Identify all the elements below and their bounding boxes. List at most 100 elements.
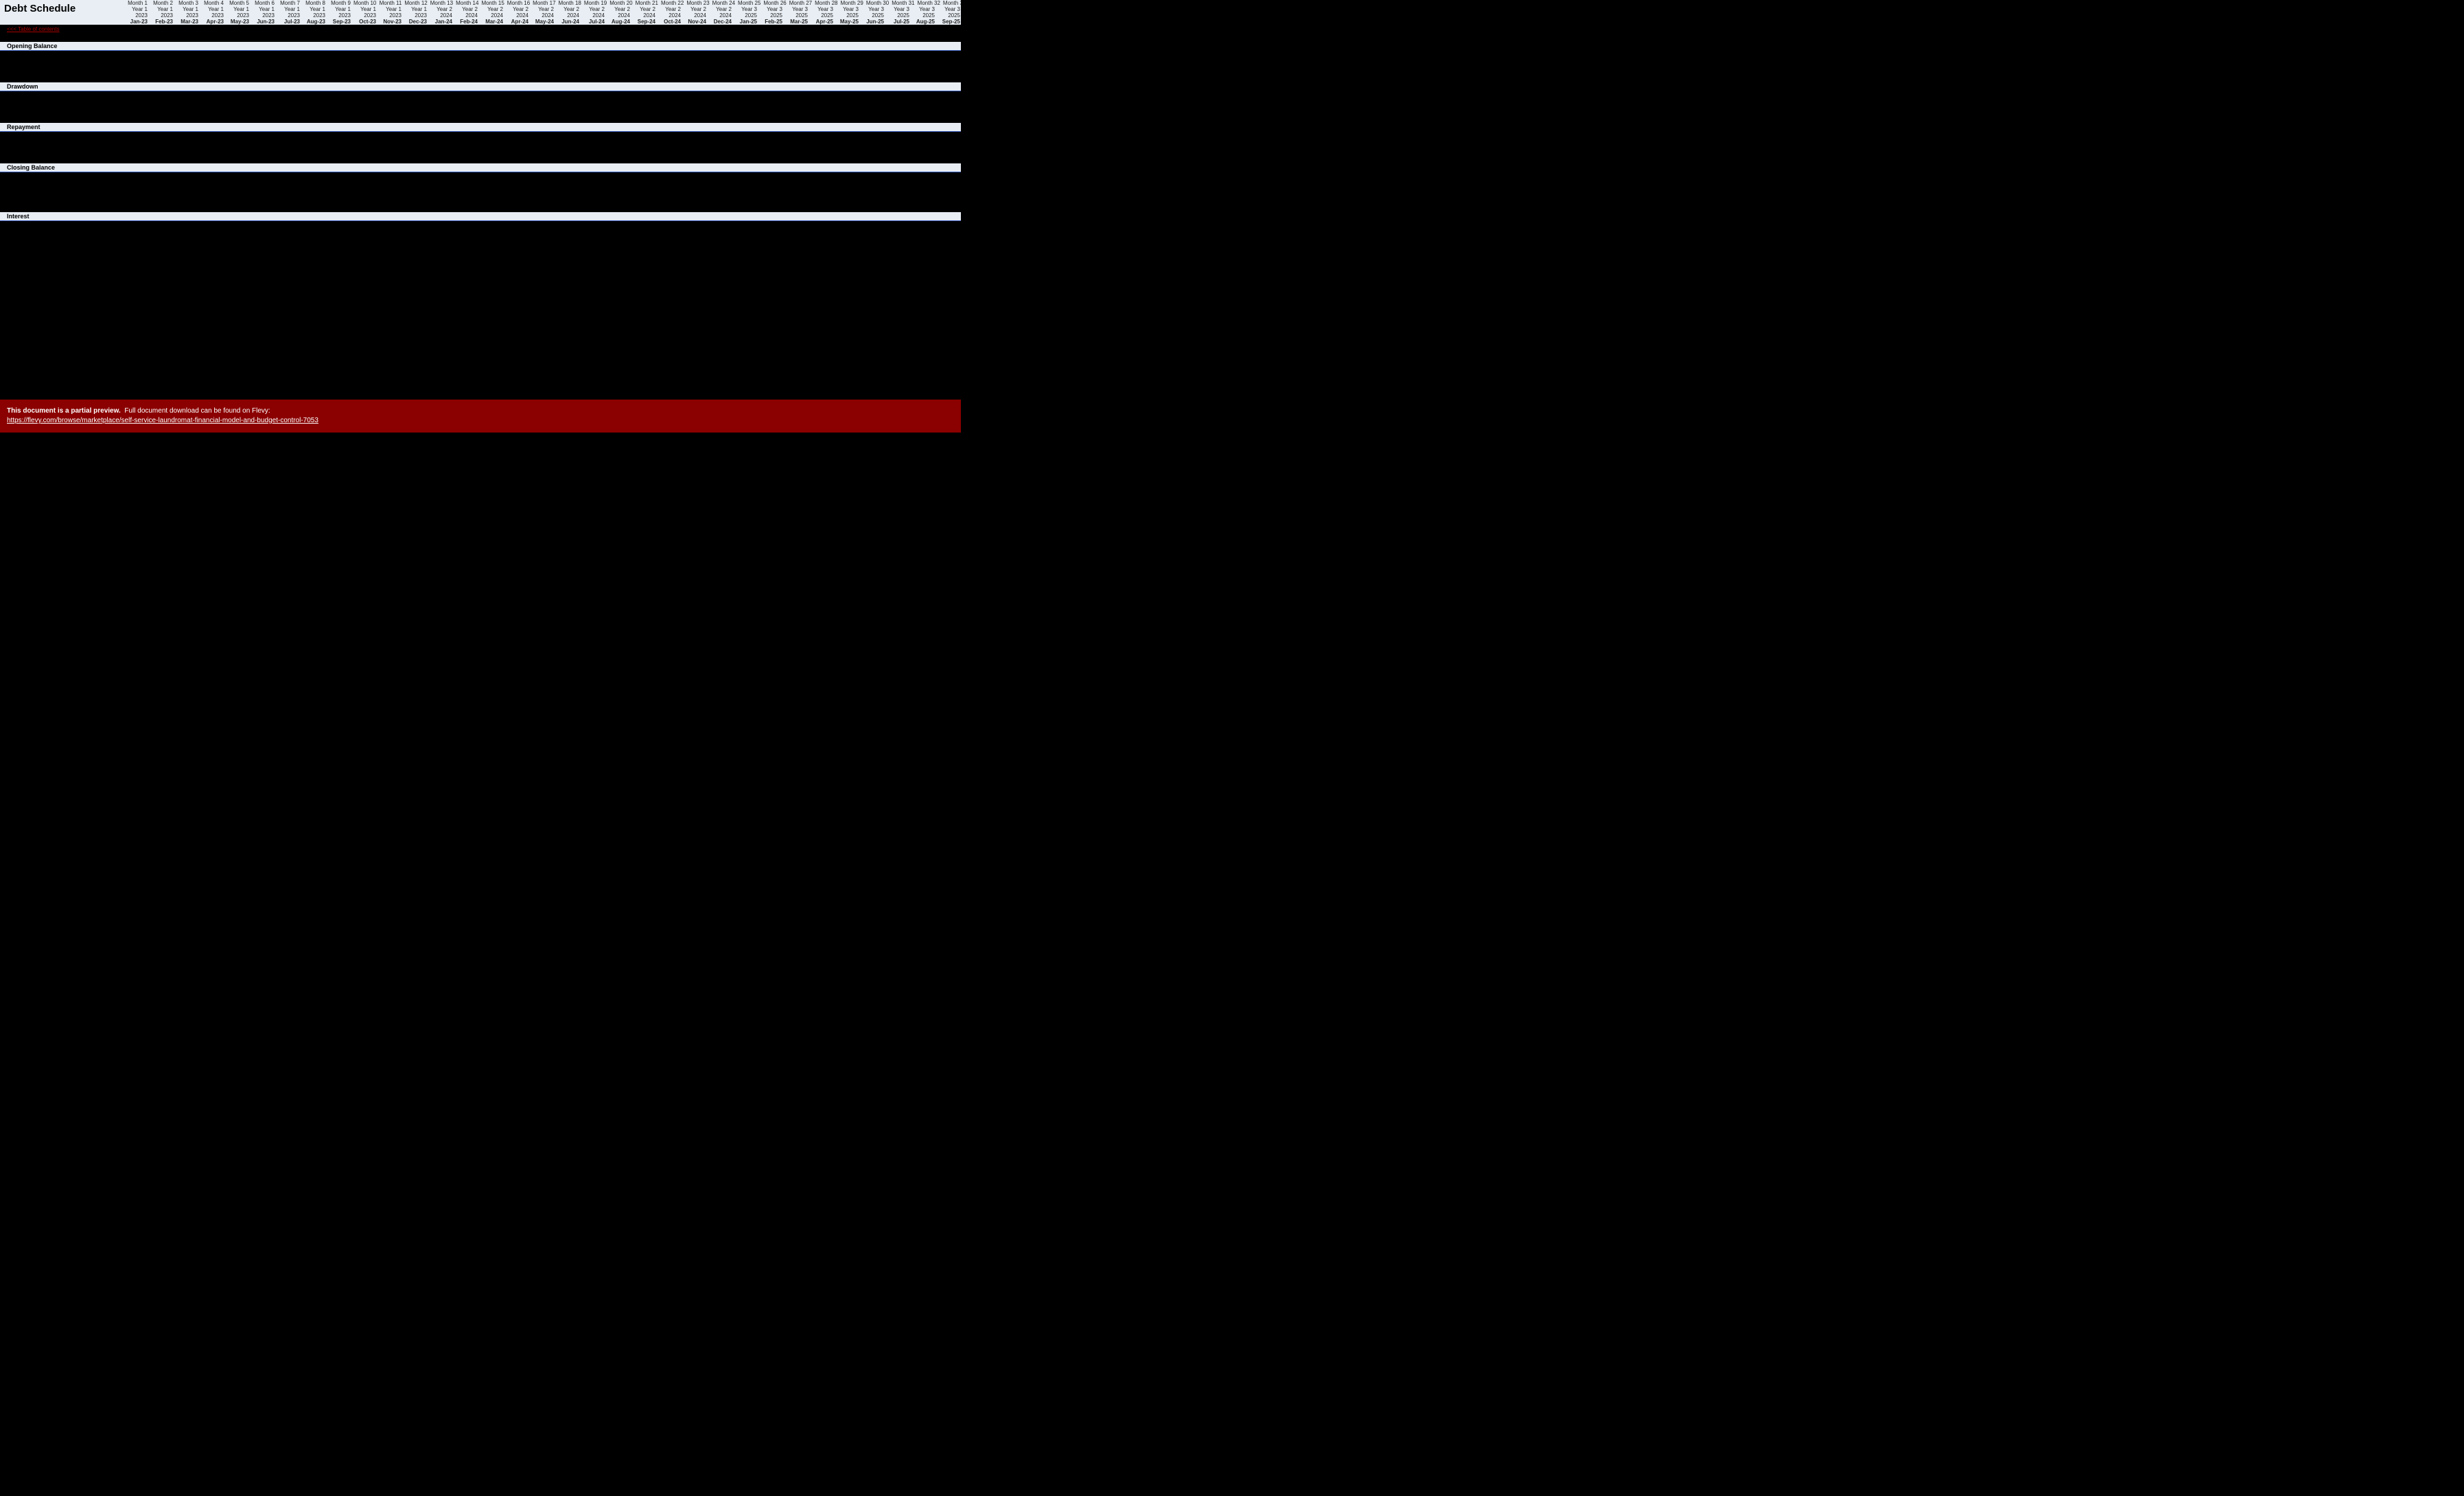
- col-month-19: Month 20: [608, 0, 634, 6]
- col-yr-15: 2024: [504, 12, 530, 19]
- col-monthyear-15: Apr-24: [504, 19, 530, 25]
- col-month-5: Month 6: [251, 0, 276, 6]
- col-monthyear-21: Oct-24: [657, 19, 682, 25]
- col-year-32: Year 3: [936, 6, 961, 12]
- col-month-0: Month 1: [124, 0, 149, 6]
- section-body-drawdown: [0, 91, 961, 122]
- col-monthyear-3: Apr-23: [200, 19, 225, 25]
- col-month-31: Month 32: [916, 0, 942, 6]
- col-monthyear-23: Dec-24: [708, 19, 733, 25]
- col-yr-26: 2025: [784, 12, 809, 19]
- section-drawdown: Drawdown: [0, 82, 961, 91]
- col-month-21: Month 22: [660, 0, 685, 6]
- section-opening-balance: Opening Balance: [0, 41, 961, 51]
- col-monthyear-14: Mar-24: [479, 19, 504, 25]
- section-closing-balance: Closing Balance: [0, 163, 961, 172]
- footer-bold: This document is a partial preview.: [7, 407, 121, 415]
- col-year-25: Year 3: [758, 6, 784, 12]
- col-year-30: Year 3: [885, 6, 911, 12]
- col-monthyear-32: Sep-25: [936, 19, 961, 25]
- col-month-9: Month 10: [352, 0, 377, 6]
- col-monthyear-5: Jun-23: [251, 19, 276, 25]
- col-monthyear-17: Jun-24: [555, 19, 581, 25]
- col-yr-7: 2023: [301, 12, 327, 19]
- col-monthyear-22: Nov-24: [682, 19, 708, 25]
- section-repayment: Repayment: [0, 122, 961, 132]
- col-yr-13: 2024: [454, 12, 479, 19]
- col-yr-27: 2025: [809, 12, 835, 19]
- section-body-opening: [0, 51, 961, 82]
- col-yr-20: 2024: [631, 12, 657, 19]
- col-monthyear-8: Sep-23: [327, 19, 352, 25]
- col-monthyear-7: Aug-23: [301, 19, 327, 25]
- col-month-29: Month 30: [865, 0, 890, 6]
- gap: [0, 33, 961, 41]
- col-month-4: Month 5: [225, 0, 251, 6]
- col-year-8: Year 1: [327, 6, 352, 12]
- col-month-32: Month 33: [942, 0, 961, 6]
- footer-rest: Full document download can be found on F…: [124, 407, 270, 415]
- col-yr-6: 2023: [276, 12, 301, 19]
- col-month-6: Month 7: [276, 0, 301, 6]
- col-monthyear-9: Oct-23: [352, 19, 377, 25]
- col-monthyear-2: Mar-23: [174, 19, 200, 25]
- col-year-19: Year 2: [606, 6, 631, 12]
- col-yr-2: 2023: [174, 12, 200, 19]
- col-yr-18: 2024: [581, 12, 606, 19]
- col-year-5: Year 1: [251, 6, 276, 12]
- col-month-23: Month 24: [711, 0, 736, 6]
- col-monthyear-16: May-24: [530, 19, 555, 25]
- col-yr-10: 2023: [377, 12, 403, 19]
- col-month-2: Month 3: [174, 0, 200, 6]
- col-month-11: Month 12: [403, 0, 428, 6]
- col-month-24: Month 25: [736, 0, 762, 6]
- col-year-18: Year 2: [581, 6, 606, 12]
- col-yr-25: 2025: [758, 12, 784, 19]
- col-month-8: Month 9: [327, 0, 352, 6]
- col-yr-11: 2023: [403, 12, 428, 19]
- footer-link[interactable]: https://flevy.com/browse/marketplace/sel…: [7, 417, 318, 424]
- col-month-30: Month 31: [890, 0, 916, 6]
- col-year-4: Year 1: [225, 6, 251, 12]
- col-month-27: Month 28: [813, 0, 839, 6]
- bottom-fill: [0, 433, 961, 584]
- col-yr-24: 2025: [733, 12, 758, 19]
- section-body-closing: [0, 172, 961, 203]
- col-yr-14: 2024: [479, 12, 504, 19]
- col-year-28: Year 3: [835, 6, 860, 12]
- gap-large: [0, 221, 961, 400]
- col-monthyear-19: Aug-24: [606, 19, 631, 25]
- col-yr-4: 2023: [225, 12, 251, 19]
- col-monthyear-28: May-25: [835, 19, 860, 25]
- col-yr-8: 2023: [327, 12, 352, 19]
- col-yr-1: 2023: [149, 12, 174, 19]
- col-yr-17: 2024: [555, 12, 581, 19]
- col-year-7: Year 1: [301, 6, 327, 12]
- col-year-6: Year 1: [276, 6, 301, 12]
- col-yr-29: 2025: [860, 12, 885, 19]
- col-year-24: Year 3: [733, 6, 758, 12]
- col-monthyear-6: Jul-23: [276, 19, 301, 25]
- col-year-26: Year 3: [784, 6, 809, 12]
- col-monthyear-30: Jul-25: [885, 19, 911, 25]
- gap: [0, 203, 961, 211]
- col-monthyear-31: Aug-25: [911, 19, 936, 25]
- col-yr-31: 2025: [911, 12, 936, 19]
- col-month-22: Month 23: [685, 0, 710, 6]
- col-yr-19: 2024: [606, 12, 631, 19]
- header-block: Debt Schedule Month 1Month 2Month 3Month…: [0, 0, 961, 25]
- col-yr-16: 2024: [530, 12, 555, 19]
- col-year-13: Year 2: [454, 6, 479, 12]
- col-monthyear-12: Jan-24: [428, 19, 454, 25]
- columns-header: Month 1Month 2Month 3Month 4Month 5Month…: [124, 0, 961, 25]
- col-monthyear-27: Apr-25: [809, 19, 835, 25]
- col-month-17: Month 18: [557, 0, 583, 6]
- col-monthyear-10: Nov-23: [377, 19, 403, 25]
- col-year-10: Year 1: [377, 6, 403, 12]
- col-month-12: Month 13: [429, 0, 454, 6]
- col-year-17: Year 2: [555, 6, 581, 12]
- toc-link[interactable]: <<< Table of contents: [0, 25, 961, 33]
- col-yr-32: 2025: [936, 12, 961, 19]
- col-yr-22: 2024: [682, 12, 708, 19]
- col-yr-0: 2023: [124, 12, 149, 19]
